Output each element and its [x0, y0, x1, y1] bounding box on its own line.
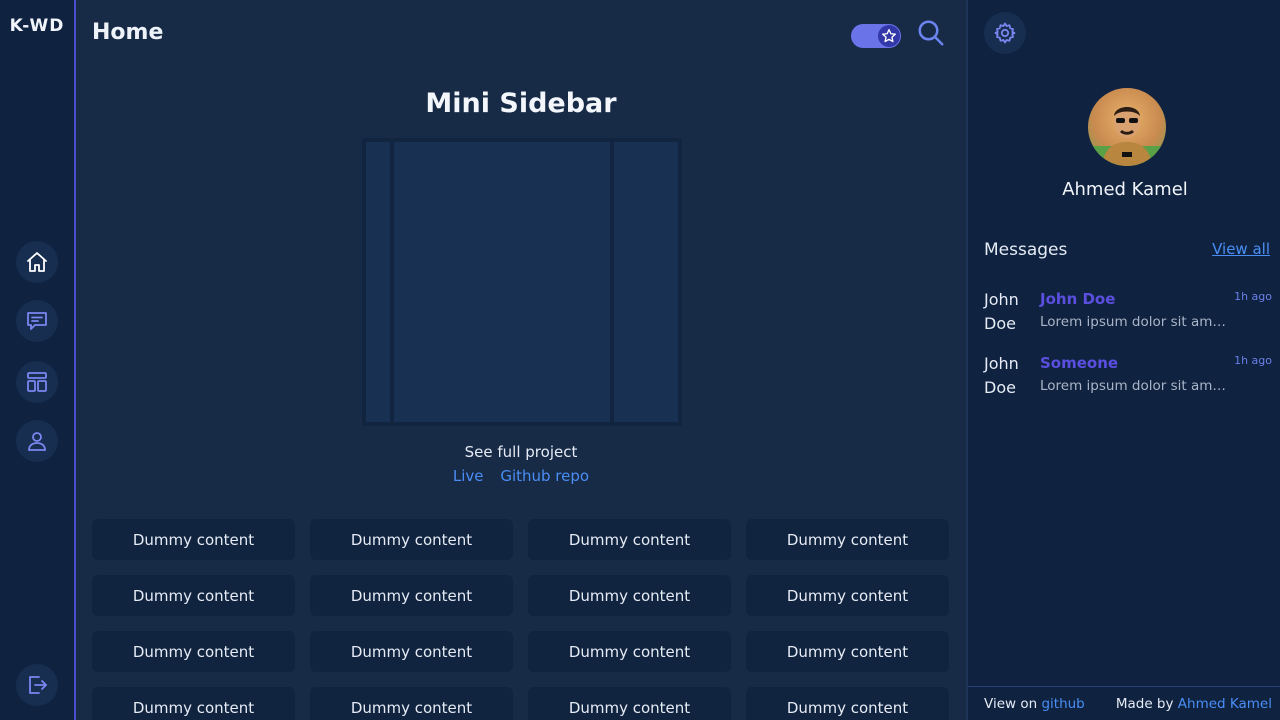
page-title: Home [92, 20, 164, 45]
message-preview: Lorem ipsum dolor sit amet consectetur a… [1040, 378, 1230, 394]
dummy-card: Dummy content [310, 687, 513, 720]
live-link[interactable]: Live [453, 467, 484, 485]
dummy-card: Dummy content [746, 687, 949, 720]
avatar [1088, 88, 1166, 166]
home-icon [27, 252, 47, 272]
dummy-card: Dummy content [746, 631, 949, 672]
logout-button[interactable] [16, 664, 58, 706]
dummy-card: Dummy content [310, 575, 513, 616]
made-by-text: Made by Ahmed Kamel [1116, 696, 1272, 712]
dummy-card: Dummy content [92, 687, 295, 720]
chat-icon [27, 312, 47, 330]
see-full-project-text: See full project [464, 443, 578, 461]
user-icon [28, 432, 46, 451]
message-time: 1h ago [1234, 354, 1272, 367]
message-item[interactable]: John Doe John Doe 1h ago Lorem ipsum dol… [984, 288, 1272, 344]
message-time: 1h ago [1234, 290, 1272, 303]
sidebar-item-home[interactable] [16, 241, 58, 283]
message-sender: Someone [1040, 354, 1119, 372]
search-icon [918, 20, 944, 46]
mini-sidebar: K-WD [0, 0, 76, 720]
message-item[interactable]: John Doe Someone 1h ago Lorem ipsum dolo… [984, 352, 1272, 408]
dummy-card: Dummy content [528, 519, 731, 560]
toggle-knob [878, 25, 900, 47]
logout-icon [29, 676, 47, 694]
theme-toggle[interactable] [851, 24, 901, 48]
dummy-card: Dummy content [92, 519, 295, 560]
search-button[interactable] [916, 18, 946, 48]
avatar-portrait [1088, 106, 1166, 166]
dummy-card: Dummy content [92, 631, 295, 672]
dummy-card: Dummy content [528, 575, 731, 616]
github-repo-link[interactable]: Github repo [500, 467, 589, 485]
layout-icon [27, 372, 47, 392]
message-avatar: John Doe [984, 290, 1019, 333]
message-preview: Lorem ipsum dolor sit amet consectetur a… [1040, 314, 1230, 330]
sidebar-item-messages[interactable] [16, 300, 58, 342]
view-on-text: View on github [984, 696, 1085, 712]
messages-header: Messages [984, 240, 1068, 260]
sidebar-item-profile[interactable] [16, 420, 58, 462]
gear-icon [994, 22, 1016, 44]
dummy-card: Dummy content [528, 687, 731, 720]
view-all-link[interactable]: View all [1212, 240, 1270, 258]
dummy-card: Dummy content [92, 575, 295, 616]
main-content: Home Mini Sidebar See full project Live … [76, 0, 966, 720]
star-icon [882, 29, 896, 43]
message-avatar: John Doe [984, 354, 1019, 397]
message-sender: John Doe [1040, 290, 1116, 308]
settings-button[interactable] [984, 12, 1026, 54]
sidebar-item-layout[interactable] [16, 361, 58, 403]
dummy-card: Dummy content [746, 519, 949, 560]
project-links: Live Github repo [76, 467, 966, 485]
dummy-card: Dummy content [310, 631, 513, 672]
preview-mini-sidebar [366, 142, 394, 422]
preview-main [394, 142, 614, 422]
view-on-label: View on [984, 695, 1038, 712]
project-preview [362, 138, 682, 426]
hero-title: Mini Sidebar [425, 88, 617, 119]
dummy-card: Dummy content [746, 575, 949, 616]
user-name: Ahmed Kamel [1062, 179, 1188, 200]
dummy-content-grid: Dummy content Dummy content Dummy conten… [92, 519, 952, 720]
footer: View on github Made by Ahmed Kamel [968, 686, 1280, 720]
logo[interactable]: K-WD [0, 16, 74, 36]
github-link[interactable]: github [1041, 696, 1084, 712]
dummy-card: Dummy content [528, 631, 731, 672]
author-link[interactable]: Ahmed Kamel [1178, 696, 1272, 712]
right-panel: Ahmed Kamel Messages View all John Doe J… [966, 0, 1280, 720]
made-by-label: Made by [1115, 695, 1174, 712]
dummy-card: Dummy content [310, 519, 513, 560]
